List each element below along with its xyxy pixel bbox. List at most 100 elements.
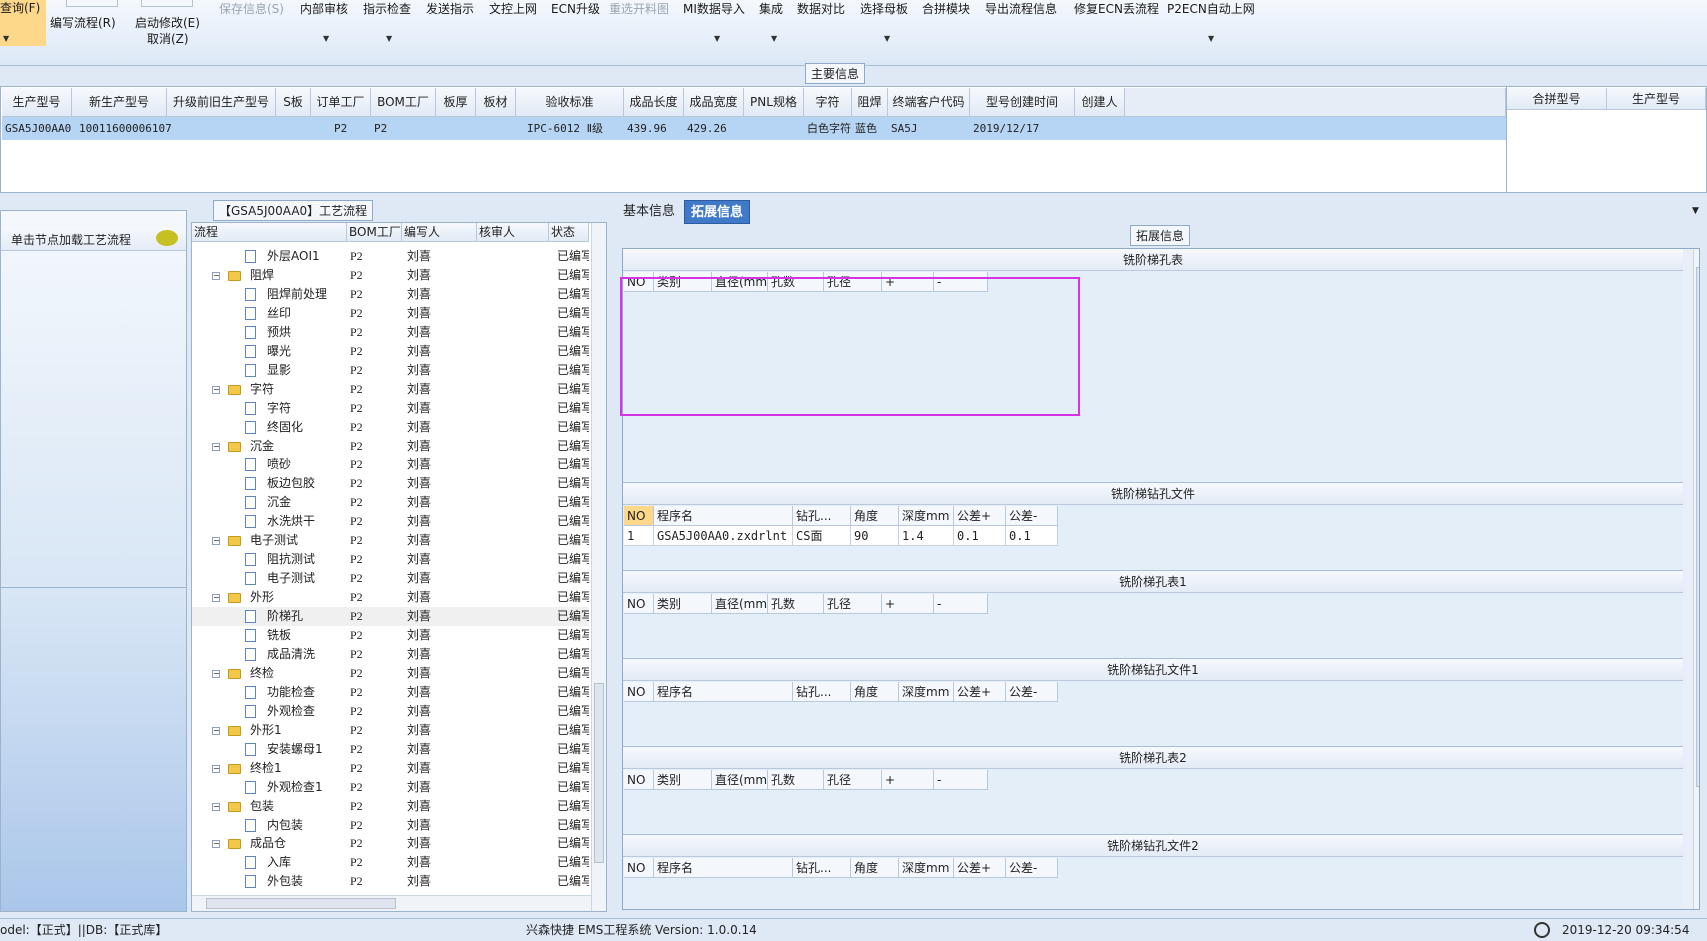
grid-col-header[interactable]: 孔数 — [768, 594, 824, 614]
main-cell[interactable] — [1075, 117, 1125, 140]
chevron-down-icon[interactable]: ▼ — [386, 34, 392, 43]
grid-cell[interactable]: 0.1 — [954, 526, 1006, 546]
collapse-icon[interactable]: − — [212, 385, 220, 394]
tree-row[interactable]: 外观检查 P2 刘喜 已编写 — [192, 702, 589, 721]
tree-node-label[interactable]: 外层AOI1 — [267, 247, 320, 266]
tree-col-header[interactable]: BOM工厂 — [347, 223, 402, 242]
tree-row[interactable]: − 阻焊 P2 刘喜 已编写 — [192, 266, 589, 285]
toolbar-button-9[interactable]: 重选开料图 — [609, 0, 669, 17]
tree-row[interactable]: 预烘 P2 刘喜 已编写 — [192, 323, 589, 342]
grid-cell[interactable]: GSA5J00AA0.zxdrlnt — [654, 526, 793, 546]
main-col-header[interactable]: S板 — [276, 88, 311, 117]
tree-row[interactable]: 电子测试 P2 刘喜 已编写 — [192, 569, 589, 588]
main-col-header[interactable]: 订单工厂 — [311, 88, 371, 117]
toolbar-button-12[interactable]: 数据对比 — [797, 0, 845, 17]
main-cell[interactable]: 2019/12/17 — [970, 117, 1075, 140]
grid-col-header[interactable]: 钻孔... — [793, 506, 851, 526]
tree-node-label[interactable]: 曝光 — [267, 342, 291, 361]
main-cell[interactable]: 439.96 — [624, 117, 684, 140]
tree-node-label[interactable]: 沉金 — [250, 437, 274, 456]
main-cell[interactable]: 蓝色 — [852, 117, 888, 140]
tab-1[interactable]: 拓展信息 — [684, 200, 751, 224]
toolbar-button-10[interactable]: MI数据导入 — [683, 0, 745, 17]
chevron-down-icon[interactable]: ▼ — [3, 34, 9, 43]
grid-col-header[interactable]: 程序名 — [654, 506, 793, 526]
grid-col-header[interactable]: 孔数 — [768, 770, 824, 790]
grid-col-header[interactable]: NO — [624, 506, 654, 526]
main-col-header[interactable]: 成品宽度 — [684, 88, 744, 117]
grid-col-header[interactable]: NO — [624, 272, 654, 292]
tree-row[interactable]: 内包装 P2 刘喜 已编写 — [192, 816, 589, 835]
chevron-down-icon[interactable]: ▼ — [1208, 34, 1214, 43]
tree-node-label[interactable]: 外观检查1 — [267, 778, 323, 797]
ext-vertical-scrollbar[interactable] — [1693, 249, 1699, 909]
tree-node-label[interactable]: 阶梯孔 — [267, 607, 303, 626]
collapse-icon[interactable]: − — [212, 764, 220, 773]
left-panel-header[interactable]: 单击节点加载工艺流程 — [1, 227, 186, 251]
tree-node-label[interactable]: 喷砂 — [267, 455, 291, 474]
main-cell[interactable]: 10011600006107 — [76, 117, 171, 140]
tree-row[interactable]: − 成品仓 P2 刘喜 已编写 — [192, 834, 589, 853]
collapse-icon[interactable]: − — [212, 802, 220, 811]
side-col-header[interactable]: 生产型号 — [1607, 88, 1706, 110]
tree-row[interactable]: 外包装 P2 刘喜 已编写 — [192, 872, 589, 891]
collapse-icon[interactable]: − — [212, 669, 220, 678]
tree-node-label[interactable]: 内包装 — [267, 816, 303, 835]
grid-col-header[interactable]: 公差+ — [954, 506, 1006, 526]
grid-col-header[interactable]: - — [934, 272, 988, 292]
chevron-down-icon[interactable]: ▼ — [771, 34, 777, 43]
grid-col-header[interactable]: 公差- — [1006, 682, 1058, 702]
grid-cell[interactable]: 90 — [851, 526, 899, 546]
tree-node-label[interactable]: 电子测试 — [250, 531, 298, 550]
toolbar-button-7[interactable]: 文控上网 — [489, 0, 537, 17]
tree-row[interactable]: 喷砂 P2 刘喜 已编写 — [192, 455, 589, 474]
grid-col-header[interactable]: 钻孔... — [793, 858, 851, 878]
tree-row[interactable]: 外观检查1 P2 刘喜 已编写 — [192, 778, 589, 797]
grid-col-header[interactable]: 公差- — [1006, 506, 1058, 526]
main-cell[interactable]: SA5J — [888, 117, 970, 140]
tree-row[interactable]: 阻抗测试 P2 刘喜 已编写 — [192, 550, 589, 569]
tree-row[interactable]: 字符 P2 刘喜 已编写 — [192, 399, 589, 418]
tree-row[interactable]: 终固化 P2 刘喜 已编写 — [192, 418, 589, 437]
grid-col-header[interactable]: 公差+ — [954, 682, 1006, 702]
main-cell[interactable]: 白色字符 — [804, 117, 852, 140]
grid-col-header[interactable]: + — [882, 272, 934, 292]
tree-node-label[interactable]: 电子测试 — [267, 569, 315, 588]
main-col-header[interactable]: PNL规格 — [744, 88, 804, 117]
grid-col-header[interactable]: 直径(mm) — [712, 272, 768, 292]
toolbar-button-14[interactable]: 合拼模块 — [922, 0, 970, 17]
toolbar-button-5[interactable]: 指示检查 — [363, 0, 411, 17]
grid-col-header[interactable]: NO — [624, 858, 654, 878]
tree-col-header[interactable]: 核审人 — [477, 223, 549, 242]
tree-row[interactable]: 阶梯孔 P2 刘喜 已编写 — [192, 607, 589, 627]
main-col-header[interactable]: 阻焊 — [852, 88, 888, 117]
tree-node-label[interactable]: 预烘 — [267, 323, 291, 342]
main-cell[interactable] — [744, 117, 804, 140]
grid-col-header[interactable]: 深度mm — [899, 506, 954, 526]
main-col-header[interactable]: 型号创建时间 — [970, 88, 1075, 117]
toolbar-button-2[interactable]: 启动修改(E) — [135, 14, 200, 31]
tree-row[interactable]: 成品清洗 P2 刘喜 已编写 — [192, 645, 589, 664]
collapse-icon[interactable]: − — [212, 271, 220, 280]
toolbar-button-3[interactable]: 保存信息(S) — [219, 0, 284, 17]
scroll-thumb[interactable] — [206, 898, 396, 909]
tree-node-label[interactable]: 终固化 — [267, 418, 303, 437]
grid-col-header[interactable]: + — [882, 770, 934, 790]
grid-cell[interactable]: 1 — [624, 526, 654, 546]
tree-row[interactable]: − 外形 P2 刘喜 已编写 — [192, 588, 589, 607]
main-col-header[interactable]: 升级前旧生产型号 — [167, 88, 276, 117]
tree-node-label[interactable]: 功能检查 — [267, 683, 315, 702]
main-col-header[interactable]: 生产型号 — [2, 88, 72, 117]
main-col-header[interactable]: 字符 — [804, 88, 852, 117]
tree-node-label[interactable]: 终检1 — [250, 759, 282, 778]
collapse-icon[interactable]: − — [212, 594, 220, 603]
collapse-icon[interactable]: − — [212, 840, 220, 849]
main-cell[interactable] — [476, 117, 516, 140]
chevron-down-icon[interactable]: ▼ — [323, 34, 329, 43]
tree-node-label[interactable]: 字符 — [267, 399, 291, 418]
grid-col-header[interactable]: - — [934, 594, 988, 614]
toolbar-button-17[interactable]: P2ECN自动上网 — [1167, 0, 1255, 17]
main-cell[interactable]: 429.26 — [684, 117, 744, 140]
grid-col-header[interactable]: 程序名 — [654, 858, 793, 878]
grid-col-header[interactable]: - — [934, 770, 988, 790]
